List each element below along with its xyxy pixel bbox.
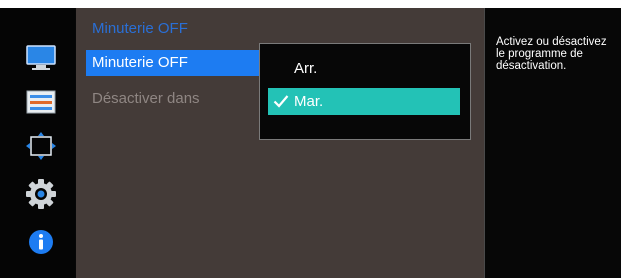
- color-bars-icon[interactable]: [24, 86, 58, 118]
- screen-resize-icon[interactable]: [24, 130, 58, 162]
- info-icon[interactable]: [24, 226, 58, 258]
- panel-divider: [484, 8, 485, 278]
- help-panel: Activez ou désactivez le programme de dé…: [486, 8, 621, 278]
- menu-title: Minuterie OFF: [92, 20, 188, 37]
- help-text: Activez ou désactivez le programme de dé…: [496, 36, 607, 72]
- osd-window: Minuterie OFF Minuterie OFF Désactiver d…: [0, 8, 621, 278]
- option-mar[interactable]: Mar.: [268, 88, 460, 115]
- option-mar-label: Mar.: [294, 93, 324, 110]
- checkmark-icon: [273, 95, 289, 108]
- option-arr-label: Arr.: [294, 60, 318, 77]
- option-arr[interactable]: Arr.: [268, 55, 460, 82]
- osd-sidebar: [0, 8, 75, 278]
- menu-item-desactiver-dans: Désactiver dans: [92, 90, 200, 107]
- options-popup: Arr. Mar.: [259, 43, 471, 140]
- menu-item-minuterie-off[interactable]: Minuterie OFF: [86, 50, 272, 76]
- menu-panel: Minuterie OFF Minuterie OFF Désactiver d…: [76, 8, 484, 278]
- monitor-icon[interactable]: [24, 42, 58, 74]
- gear-icon[interactable]: [24, 178, 58, 210]
